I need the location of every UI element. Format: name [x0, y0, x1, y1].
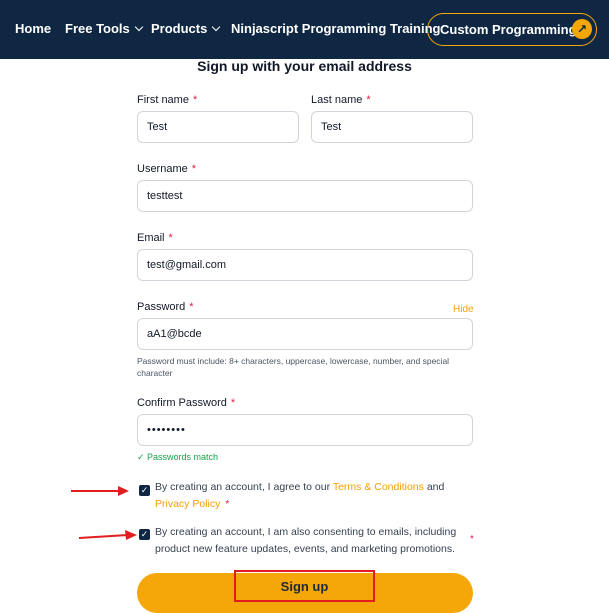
- nav-free-tools-label: Free Tools: [65, 21, 130, 36]
- required-mark: *: [192, 94, 198, 106]
- password-visibility-toggle[interactable]: Hide: [453, 304, 474, 315]
- password-field[interactable]: aA1@bcde: [137, 318, 473, 350]
- first-name-label-text: First name: [137, 94, 189, 106]
- page-title: Sign up with your email address: [197, 58, 412, 74]
- consent-line-1: By creating an account, I am also consen…: [155, 526, 457, 538]
- username-value: testtest: [147, 190, 183, 202]
- annotation-arrow-icon: [71, 486, 129, 496]
- confirm-password-value: ••••••••: [147, 424, 186, 436]
- passwords-match-status: ✓ Passwords match: [137, 452, 219, 462]
- email-field[interactable]: test@gmail.com: [137, 249, 473, 281]
- required-mark: *: [225, 498, 230, 510]
- arrow-up-right-icon: ↗: [572, 19, 592, 39]
- last-name-label: Last name *: [311, 94, 371, 106]
- password-value: aA1@bcde: [147, 328, 202, 340]
- nav-ninjascript-label: Ninjascript Programming Training: [231, 21, 441, 36]
- first-name-field[interactable]: Test: [137, 111, 299, 143]
- custom-programming-button[interactable]: Custom Programming ↗: [427, 13, 597, 46]
- marketing-consent-text: By creating an account, I am also consen…: [155, 524, 475, 558]
- terms-and: and: [426, 481, 445, 493]
- password-requirements-hint: Password must include: 8+ characters, up…: [137, 356, 450, 378]
- nav-home-label: Home: [15, 21, 52, 36]
- required-mark: *: [168, 232, 173, 244]
- confirm-password-label-text: Confirm Password: [137, 397, 227, 409]
- last-name-value: Test: [321, 121, 342, 133]
- nav-products-label: Products: [151, 21, 208, 36]
- last-name-label-text: Last name: [311, 94, 363, 106]
- terms-checkbox[interactable]: ✓: [139, 485, 150, 496]
- required-mark: *: [230, 397, 236, 409]
- nav-products[interactable]: Products: [151, 21, 221, 36]
- email-label-text: Email: [137, 232, 165, 244]
- terms-conditions-link[interactable]: Terms & Conditions: [333, 481, 424, 493]
- annotation-arrow-icon: [78, 530, 137, 540]
- terms-prefix: By creating an account, I agree to our: [155, 481, 331, 493]
- terms-consent-text: By creating an account, I agree to our T…: [155, 479, 475, 513]
- username-label: Username *: [137, 163, 196, 175]
- first-name-label: First name *: [137, 94, 197, 106]
- required-mark: *: [366, 94, 371, 106]
- nav-ninjascript-training[interactable]: Ninjascript Programming Training: [231, 21, 440, 36]
- nav-home[interactable]: Home: [15, 21, 51, 36]
- first-name-value: Test: [147, 121, 168, 133]
- nav-free-tools[interactable]: Free Tools: [65, 21, 144, 36]
- marketing-consent-checkbox[interactable]: ✓: [139, 529, 150, 540]
- required-mark: *: [470, 534, 474, 545]
- username-field[interactable]: testtest: [137, 180, 473, 212]
- privacy-policy-link[interactable]: Privacy Policy: [155, 498, 220, 510]
- password-label-text: Password: [137, 301, 186, 313]
- username-label-text: Username: [137, 163, 188, 175]
- required-mark: *: [189, 301, 194, 313]
- required-mark: *: [191, 163, 197, 175]
- chevron-down-icon: [212, 22, 221, 31]
- chevron-down-icon: [134, 22, 144, 31]
- consent-line-2: product new feature updates, events, and…: [155, 543, 456, 555]
- custom-programming-label: Custom Programming: [440, 22, 577, 37]
- confirm-password-label: Confirm Password *: [137, 397, 235, 409]
- email-label: Email *: [137, 232, 173, 244]
- confirm-password-field[interactable]: ••••••••: [137, 414, 473, 446]
- top-navigation: Home Free Tools Products Ninjascript Pro…: [0, 0, 609, 59]
- password-label: Password *: [137, 301, 194, 313]
- last-name-field[interactable]: Test: [311, 111, 473, 143]
- email-value: test@gmail.com: [147, 259, 227, 271]
- sign-up-label: Sign up: [280, 578, 329, 594]
- sign-up-annotation-box: Sign up: [234, 570, 375, 602]
